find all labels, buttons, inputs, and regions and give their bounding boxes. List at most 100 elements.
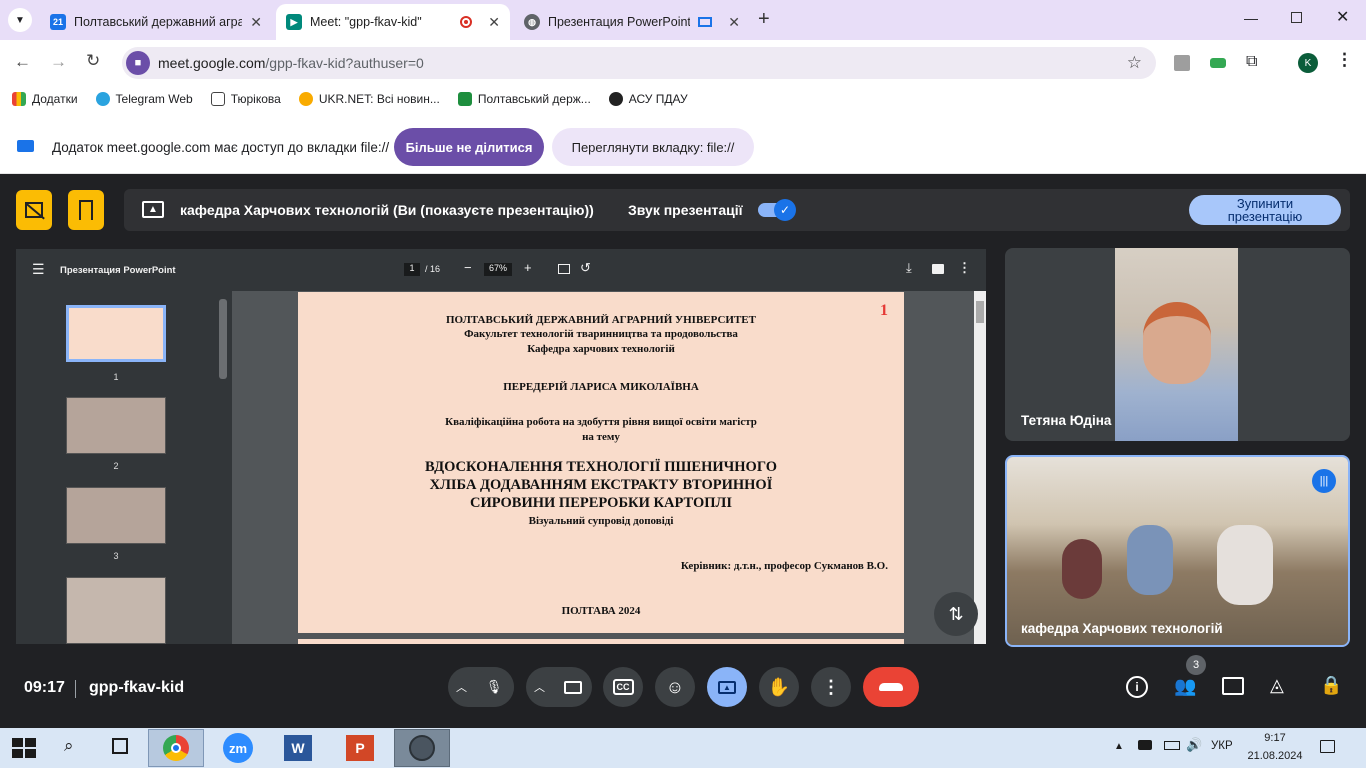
bookmark-poltava[interactable]: Полтавський держ...: [457, 92, 591, 106]
task-view-icon[interactable]: [112, 738, 128, 754]
meeting-time: 09:17: [24, 679, 65, 696]
presentation-title: кафедра Харчових технологій (Ви (показує…: [180, 202, 594, 218]
chevron-up-icon: ︿: [534, 682, 545, 694]
address-bar[interactable]: ■ meet.google.com/gpp-fkav-kid?authuser=…: [122, 47, 1156, 79]
person-figure: [1217, 525, 1273, 605]
bookmark-ukrnet[interactable]: UKR.NET: Всі новин...: [298, 92, 440, 106]
bookmark-star-icon[interactable]: ☆: [1127, 53, 1142, 73]
start-button[interactable]: [12, 738, 36, 758]
view-tab-button[interactable]: Переглянути вкладку: file://: [552, 128, 754, 166]
apps-grid-icon: [12, 92, 26, 106]
captions-button[interactable]: CC: [603, 667, 643, 707]
print-icon[interactable]: [932, 264, 944, 274]
puzzle-icon[interactable]: ⧉: [1246, 53, 1257, 71]
page-scrollbar[interactable]: [974, 291, 986, 644]
slide-supervisor: Керівник: д.т.н., професор Сукманов В.О.: [680, 560, 888, 572]
bookmark-apps[interactable]: Додатки: [12, 92, 78, 106]
pin-button[interactable]: [68, 190, 104, 230]
minimize-button[interactable]: —: [1244, 10, 1258, 26]
participant-video: [1115, 248, 1238, 441]
volume-icon[interactable]: 🔊: [1186, 737, 1202, 753]
slide-page: 1 ПОЛТАВСЬКИЙ ДЕРЖАВНИЙ АГРАРНИЙ УНІВЕРС…: [298, 292, 904, 633]
leave-call-button[interactable]: [863, 667, 919, 707]
bluetooth-tray-icon[interactable]: [1138, 740, 1152, 750]
fit-page-icon[interactable]: [558, 264, 570, 274]
menu-icon[interactable]: ⋮: [1336, 50, 1353, 70]
battery-icon[interactable]: [1164, 741, 1180, 750]
zoom-out-button[interactable]: −: [464, 260, 472, 275]
thumbnail-3[interactable]: [66, 487, 166, 544]
bookmark-asu[interactable]: АСУ ПДАУ: [608, 92, 688, 106]
tab-meet[interactable]: ▶ Meet: "gpp-fkav-kid" ✕: [276, 4, 510, 40]
more-icon[interactable]: ⋮: [958, 260, 971, 276]
more-options-button[interactable]: ⋮: [811, 667, 851, 707]
extension-icon[interactable]: [1174, 55, 1190, 71]
host-controls-button[interactable]: 🔒: [1320, 675, 1342, 696]
slide-faculty: Факультет технологій тваринництва та про…: [464, 328, 738, 340]
new-tab-button[interactable]: +: [758, 8, 770, 31]
swap-layout-button[interactable]: ⇅: [934, 592, 978, 636]
meet-favicon-icon: ▶: [286, 14, 302, 30]
activities-button[interactable]: ◬: [1270, 675, 1284, 696]
bookmark-telegram[interactable]: Telegram Web: [95, 92, 193, 106]
raise-hand-button[interactable]: ✋: [759, 667, 799, 707]
slide-subtitle: Візуальний супровід доповіді: [528, 515, 674, 527]
participant-tile[interactable]: ||| кафедра Харчових технологій: [1005, 455, 1350, 647]
thumbnail-2[interactable]: [66, 397, 166, 454]
language-indicator[interactable]: УКР: [1211, 740, 1233, 752]
tab-poltava-university[interactable]: 21 Полтавський державний агра ✕: [40, 4, 272, 40]
video-options-button[interactable]: ︿: [526, 667, 592, 707]
microphone-icon[interactable]: 🎙: [474, 667, 514, 707]
download-icon[interactable]: ⤓: [906, 260, 912, 276]
sidebar-menu-icon[interactable]: ☰: [32, 261, 45, 278]
close-icon[interactable]: ✕: [728, 14, 740, 31]
lock-person-icon: 🔒: [1320, 675, 1343, 695]
clock-date[interactable]: 21.08.2024: [1243, 750, 1307, 762]
zoom-in-button[interactable]: +: [524, 260, 532, 275]
tab-search-button[interactable]: ▼: [8, 8, 32, 32]
chat-button[interactable]: [1222, 677, 1244, 695]
forward-button[interactable]: →: [50, 52, 67, 72]
check-icon: ✓: [774, 199, 796, 221]
powerpoint-taskbar-button[interactable]: P: [336, 729, 384, 767]
chevron-up-icon: ︿: [456, 682, 467, 694]
reactions-button[interactable]: ☺: [655, 667, 695, 707]
people-button[interactable]: 👥: [1174, 676, 1196, 697]
meeting-info-button[interactable]: i: [1126, 676, 1148, 698]
word-taskbar-button[interactable]: W: [274, 729, 322, 767]
present-button[interactable]: ▲: [707, 667, 747, 707]
notifications-icon[interactable]: [1320, 740, 1335, 753]
rotate-icon[interactable]: ↺: [580, 260, 591, 276]
camera-extension-icon[interactable]: [1210, 58, 1226, 68]
close-icon[interactable]: ✕: [250, 14, 262, 31]
search-icon[interactable]: ⌕: [64, 736, 74, 756]
stop-presenting-button[interactable]: Зупинити презентацію: [1189, 195, 1341, 225]
restore-button[interactable]: [1291, 12, 1302, 23]
clock-time[interactable]: 9:17: [1248, 732, 1302, 744]
close-window-button[interactable]: ✕: [1336, 7, 1349, 27]
camera-icon[interactable]: [564, 680, 582, 694]
participant-tile[interactable]: Тетяна Юдіна: [1005, 248, 1350, 441]
hide-self-view-button[interactable]: [16, 190, 52, 230]
show-hidden-icons[interactable]: ▲: [1114, 741, 1124, 752]
thumbnail-scrollbar[interactable]: [219, 299, 227, 379]
reload-button[interactable]: ↻: [86, 51, 100, 71]
tab-powerpoint[interactable]: ◍ Презентация PowerPoint ✕: [514, 4, 750, 40]
person-face: [1143, 302, 1211, 384]
slide-author: ПЕРЕДЕРІЙ ЛАРИСА МИКОЛАЇВНА: [503, 381, 699, 393]
active-app-taskbar-button[interactable]: [394, 729, 450, 767]
thumbnail-4[interactable]: [66, 577, 166, 644]
profile-avatar[interactable]: K: [1298, 53, 1318, 73]
audio-options-button[interactable]: ︿ 🎙: [448, 667, 514, 707]
back-button[interactable]: ←: [14, 52, 31, 72]
page-input[interactable]: 1: [404, 263, 420, 276]
close-icon[interactable]: ✕: [488, 14, 500, 31]
zoom-value[interactable]: 67%: [484, 263, 512, 276]
chrome-taskbar-button[interactable]: [148, 729, 204, 767]
presentation-audio-toggle[interactable]: ✓: [758, 199, 796, 221]
bookmark-folder[interactable]: Тюрікова: [210, 92, 281, 106]
stop-sharing-button[interactable]: Більше не ділитися: [394, 128, 544, 166]
thumbnail-panel: 1 2 3: [16, 291, 232, 644]
thumbnail-1[interactable]: [66, 305, 166, 362]
zoom-taskbar-button[interactable]: zm: [214, 729, 262, 767]
